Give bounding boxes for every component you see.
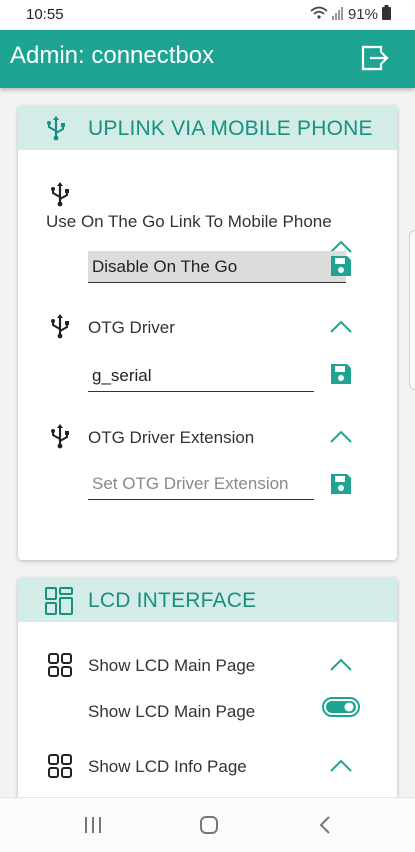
save-icon[interactable] [329,472,353,501]
lcd-card-title: LCD INTERFACE [88,589,257,612]
chevron-up-icon[interactable] [329,430,353,449]
uplink-card: UPLINK VIA MOBILE PHONE Use On The Go Li… [18,106,397,560]
usb-icon [44,115,68,146]
apps-grid-icon [48,653,72,682]
back-icon[interactable] [318,815,332,840]
uplink-card-title: UPLINK VIA MOBILE PHONE [88,117,373,140]
battery-level: 91% [347,6,378,23]
grid-icon [44,586,74,621]
otg-link-select[interactable]: Disable On The Go [88,251,346,283]
lcd-main-page-toggle-label: Show LCD Main Page [88,702,256,721]
app-bar: Admin: connectbox [0,30,415,88]
signal-icon [331,6,344,24]
logout-icon[interactable] [359,43,389,73]
otg-driver-label: OTG Driver [88,318,175,337]
usb-icon [48,180,72,213]
uplink-card-header: UPLINK VIA MOBILE PHONE [18,106,397,150]
save-icon[interactable] [329,254,353,283]
lcd-main-page-toggle[interactable] [322,697,360,722]
otg-driver-ext-label: OTG Driver Extension [88,428,255,447]
chevron-up-icon[interactable] [329,320,353,339]
chevron-up-icon[interactable] [329,658,353,677]
usb-icon [48,312,72,345]
usb-icon [48,422,72,455]
lcd-card-header: LCD INTERFACE [18,578,397,622]
scrollbar-handle[interactable] [409,230,415,390]
save-icon[interactable] [329,362,353,391]
apps-grid-icon [48,754,72,783]
otg-driver-ext-input[interactable]: Set OTG Driver Extension [88,468,314,500]
status-time: 10:55 [26,6,64,23]
status-bar: 10:55 91% [0,0,415,30]
lcd-card: LCD INTERFACE Show LCD Main Page Show LC… [18,578,397,818]
battery-icon [382,5,391,24]
system-nav-bar [0,797,415,852]
lcd-info-page-label: Show LCD Info Page [88,757,247,776]
wifi-icon [310,6,328,24]
page-title: Admin: connectbox [10,42,215,69]
home-icon[interactable] [199,815,219,840]
lcd-main-page-label: Show LCD Main Page [88,656,256,675]
recents-icon[interactable] [84,816,102,839]
otg-driver-input[interactable]: g_serial [88,360,314,392]
otg-link-label: Use On The Go Link To Mobile Phone [46,212,332,231]
chevron-up-icon[interactable] [329,759,353,778]
